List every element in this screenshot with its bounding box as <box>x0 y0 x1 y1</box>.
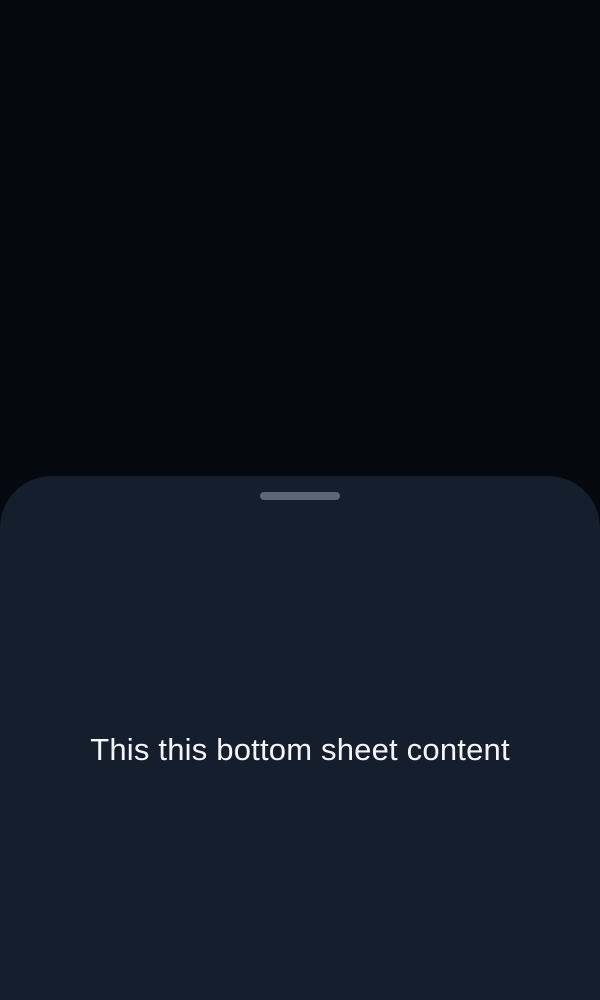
app-screen: This this bottom sheet content <box>0 0 600 1000</box>
bottom-sheet[interactable]: This this bottom sheet content <box>0 476 600 1000</box>
drag-handle[interactable] <box>260 492 340 500</box>
bottom-sheet-content-text: This this bottom sheet content <box>90 732 510 767</box>
